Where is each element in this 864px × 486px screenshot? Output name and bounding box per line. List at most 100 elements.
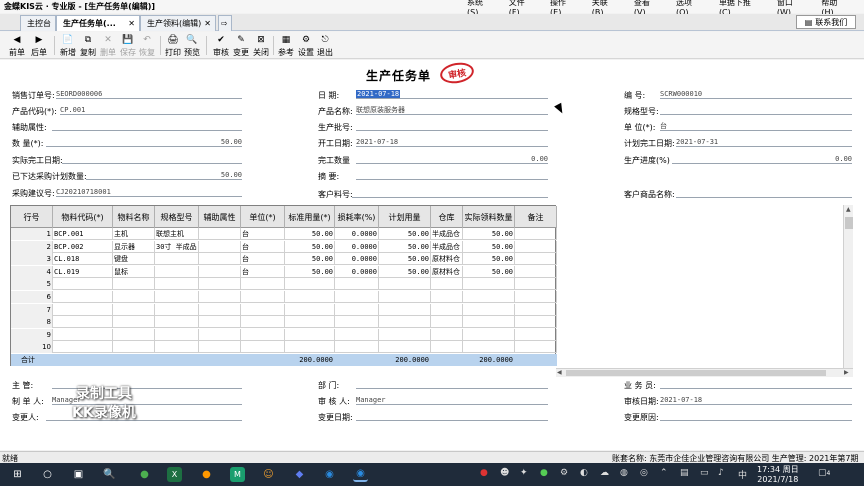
cell-warehouse[interactable] — [431, 291, 463, 303]
close-doc-button[interactable]: ⊠ 关闭 — [253, 33, 269, 58]
table-row[interactable]: 9 — [11, 328, 557, 341]
delete-button[interactable]: ✕ 删单 — [100, 33, 116, 58]
cell-aux-attr[interactable] — [199, 328, 241, 341]
col-header-plan-qty[interactable]: 计划用量 — [379, 206, 431, 228]
change-date-field[interactable] — [356, 412, 548, 421]
cell-material-name[interactable]: 键盘 — [113, 253, 155, 266]
cell-remark[interactable] — [515, 316, 557, 329]
cell-aux-attr[interactable] — [199, 303, 241, 316]
cell-material-code[interactable] — [53, 341, 113, 354]
cell-remark[interactable] — [515, 303, 557, 316]
cell-unit[interactable] — [241, 303, 285, 316]
summary-field[interactable] — [356, 171, 548, 180]
cell-material-code[interactable]: BCP.002 — [53, 240, 113, 253]
windows-start-icon[interactable]: ⊞ — [10, 467, 25, 482]
copy-button[interactable]: ⧉ 复制 — [80, 33, 96, 58]
chevron-up-icon[interactable]: ⌃ — [660, 468, 668, 478]
col-header-std-qty[interactable]: 标准用量(*) — [285, 206, 335, 228]
ime-icon[interactable]: 中 — [738, 468, 747, 481]
cell-spec[interactable] — [155, 291, 199, 303]
col-header-line[interactable]: 行号 — [11, 206, 53, 228]
cell-std-qty[interactable]: 50.00 — [285, 253, 335, 266]
cell-spec[interactable] — [155, 278, 199, 291]
col-header-actual-qty[interactable]: 实际领料数量 — [463, 206, 515, 228]
cell-loss-rate[interactable] — [335, 303, 379, 316]
excel-icon[interactable]: X — [167, 467, 182, 482]
cell-warehouse[interactable] — [431, 328, 463, 341]
cell-material-code[interactable]: CL.018 — [53, 253, 113, 266]
cell-plan-qty[interactable]: 50.00 — [379, 265, 431, 278]
actual-finish-field[interactable] — [62, 155, 242, 164]
cell-remark[interactable] — [515, 265, 557, 278]
cell-plan-qty[interactable] — [379, 303, 431, 316]
cell-remark[interactable] — [515, 328, 557, 341]
cell-spec[interactable]: 联想主机 — [155, 228, 199, 240]
cell-unit[interactable] — [241, 328, 285, 341]
change-button[interactable]: ✎ 变更 — [233, 33, 249, 58]
kingdee-active-icon[interactable]: ◉ — [353, 467, 368, 482]
product-name-field[interactable]: 联想原装服务器 — [356, 106, 548, 115]
cell-actual-qty[interactable] — [463, 291, 515, 303]
cell-plan-qty[interactable] — [379, 278, 431, 291]
horizontal-scrollbar[interactable]: ◀ ▶ — [556, 368, 853, 377]
cell-actual-qty[interactable] — [463, 316, 515, 329]
cell-std-qty[interactable] — [285, 341, 335, 354]
cell-actual-qty[interactable]: 50.00 — [463, 240, 515, 253]
number-field[interactable]: SCRW000010 — [660, 90, 852, 99]
cell-warehouse[interactable] — [431, 278, 463, 291]
tab-main-console[interactable]: 主控台 — [20, 15, 56, 31]
tray-red-icon[interactable]: ● — [480, 468, 488, 478]
cell-warehouse[interactable] — [431, 303, 463, 316]
cell-std-qty[interactable]: 50.00 — [285, 265, 335, 278]
save-button[interactable]: 💾 保存 — [120, 33, 136, 58]
cell-aux-attr[interactable] — [199, 316, 241, 329]
prev-doc-button[interactable]: ◀ 前单 — [9, 33, 25, 58]
search-icon[interactable]: ○ — [40, 467, 55, 482]
cell-remark[interactable] — [515, 253, 557, 266]
cell-aux-attr[interactable] — [199, 291, 241, 303]
cell-loss-rate[interactable]: 0.0000 — [335, 240, 379, 253]
cell-material-code[interactable] — [53, 291, 113, 303]
system-clock[interactable]: 17:34 周日 2021/7/18 — [757, 465, 799, 485]
purchase-suggest-field[interactable]: CJ20210718001 — [56, 188, 242, 197]
cell-plan-qty[interactable] — [379, 328, 431, 341]
network-icon[interactable]: ▭ — [700, 468, 709, 478]
col-header-unit[interactable]: 单位(*) — [241, 206, 285, 228]
volume-icon[interactable]: ♪ — [718, 468, 724, 478]
cell-spec[interactable] — [155, 253, 199, 266]
scroll-right-icon[interactable]: ▶ — [844, 369, 849, 376]
cell-warehouse[interactable] — [431, 316, 463, 329]
cell-spec[interactable] — [155, 341, 199, 354]
cell-aux-attr[interactable] — [199, 341, 241, 354]
col-header-warehouse[interactable]: 仓库 — [431, 206, 463, 228]
col-header-aux[interactable]: 辅助属性 — [199, 206, 241, 228]
app-m-icon[interactable]: M — [230, 467, 245, 482]
kingdee-icon[interactable]: ◉ — [322, 467, 337, 482]
cell-loss-rate[interactable] — [335, 341, 379, 354]
qty-field[interactable]: 50.00 — [46, 138, 242, 147]
cell-warehouse[interactable] — [431, 341, 463, 354]
cell-actual-qty[interactable] — [463, 303, 515, 316]
cell-std-qty[interactable]: 50.00 — [285, 240, 335, 253]
cell-loss-rate[interactable]: 0.0000 — [335, 228, 379, 240]
cell-plan-qty[interactable] — [379, 341, 431, 354]
cell-std-qty[interactable] — [285, 278, 335, 291]
cell-plan-qty[interactable] — [379, 291, 431, 303]
date-field[interactable]: 2021-07-18 — [356, 90, 548, 99]
cell-std-qty[interactable] — [285, 316, 335, 329]
cell-std-qty[interactable]: 50.00 — [285, 228, 335, 240]
spec-field[interactable] — [660, 106, 852, 115]
cell-warehouse[interactable]: 半成品仓 — [431, 240, 463, 253]
customer-item-field[interactable] — [352, 189, 548, 198]
cell-unit[interactable] — [241, 278, 285, 291]
cell-loss-rate[interactable] — [335, 291, 379, 303]
cell-aux-attr[interactable] — [199, 240, 241, 253]
purchase-plan-field[interactable]: 50.00 — [86, 171, 242, 180]
cell-unit[interactable]: 台 — [241, 253, 285, 266]
col-header-remark[interactable]: 备注 — [515, 206, 557, 228]
tray-tool-icon[interactable]: ✦ — [520, 468, 528, 478]
table-row[interactable]: 6 — [11, 291, 557, 303]
settings-button[interactable]: ⚙ 设置 — [298, 33, 314, 58]
app-green-icon[interactable]: ● — [137, 467, 152, 482]
print-button[interactable]: 🖨 打印 — [165, 33, 181, 58]
